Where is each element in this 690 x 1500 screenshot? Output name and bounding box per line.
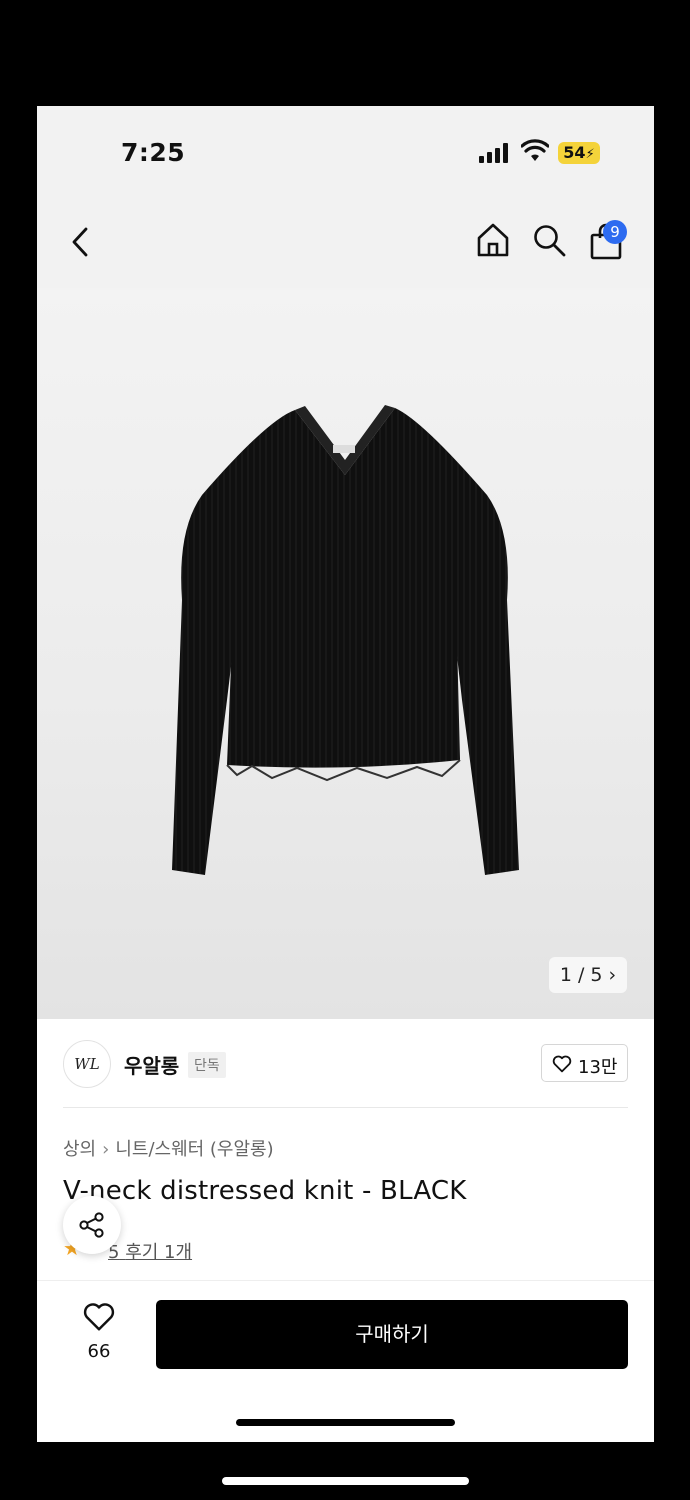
share-button[interactable] bbox=[63, 1196, 121, 1254]
brand-name[interactable]: 우알롱 bbox=[124, 1050, 179, 1079]
battery-level: 54 bbox=[563, 143, 586, 162]
cellular-signal-icon bbox=[479, 143, 511, 163]
home-icon[interactable] bbox=[475, 222, 511, 258]
wishlist-count: 66 bbox=[87, 1341, 111, 1362]
phone-screen: 7:25 54⚡ 9 1 / 5 › WL 우알롱 단독 13만 상의 › 니트… bbox=[37, 106, 654, 1442]
search-icon[interactable] bbox=[531, 222, 567, 258]
status-time: 7:25 bbox=[121, 138, 186, 167]
product-image-gallery[interactable]: 1 / 5 › bbox=[37, 288, 654, 1019]
share-icon bbox=[79, 1212, 104, 1238]
review-count-link[interactable]: 5 후기 1개 bbox=[108, 1238, 192, 1264]
review-count: 후기 1개 bbox=[125, 1242, 193, 1263]
breadcrumb-category[interactable]: 상의 bbox=[63, 1139, 96, 1160]
charging-bolt-icon: ⚡ bbox=[585, 147, 595, 162]
top-navigation bbox=[37, 198, 654, 288]
screen-recording-indicator bbox=[222, 1477, 469, 1485]
bottom-bar-divider bbox=[37, 1280, 654, 1281]
product-image bbox=[172, 405, 519, 875]
breadcrumb-subcategory[interactable]: 니트/스웨터 (우알롱) bbox=[115, 1139, 273, 1160]
heart-outline-icon bbox=[552, 1055, 572, 1073]
breadcrumb: 상의 › 니트/스웨터 (우알롱) bbox=[63, 1135, 274, 1161]
image-pager[interactable]: 1 / 5 › bbox=[549, 957, 627, 993]
brand-logo[interactable]: WL bbox=[63, 1040, 111, 1088]
brand-like-count: 13만 bbox=[578, 1057, 618, 1078]
heart-outline-icon bbox=[83, 1303, 115, 1331]
brand-like-button[interactable]: 13만 bbox=[541, 1044, 628, 1082]
buy-button[interactable]: 구매하기 bbox=[156, 1300, 628, 1369]
cart-count-badge: 9 bbox=[603, 220, 627, 244]
battery-indicator: 54⚡ bbox=[558, 142, 600, 164]
section-divider bbox=[63, 1107, 628, 1108]
exclusive-badge: 단독 bbox=[188, 1052, 226, 1078]
status-bar: 7:25 54⚡ bbox=[37, 106, 654, 198]
product-title: V-neck distressed knit - BLACK bbox=[63, 1176, 467, 1206]
chevron-right-icon: › bbox=[102, 1139, 110, 1160]
home-indicator[interactable] bbox=[236, 1419, 455, 1426]
wifi-icon bbox=[521, 139, 549, 161]
back-icon[interactable] bbox=[67, 224, 93, 260]
